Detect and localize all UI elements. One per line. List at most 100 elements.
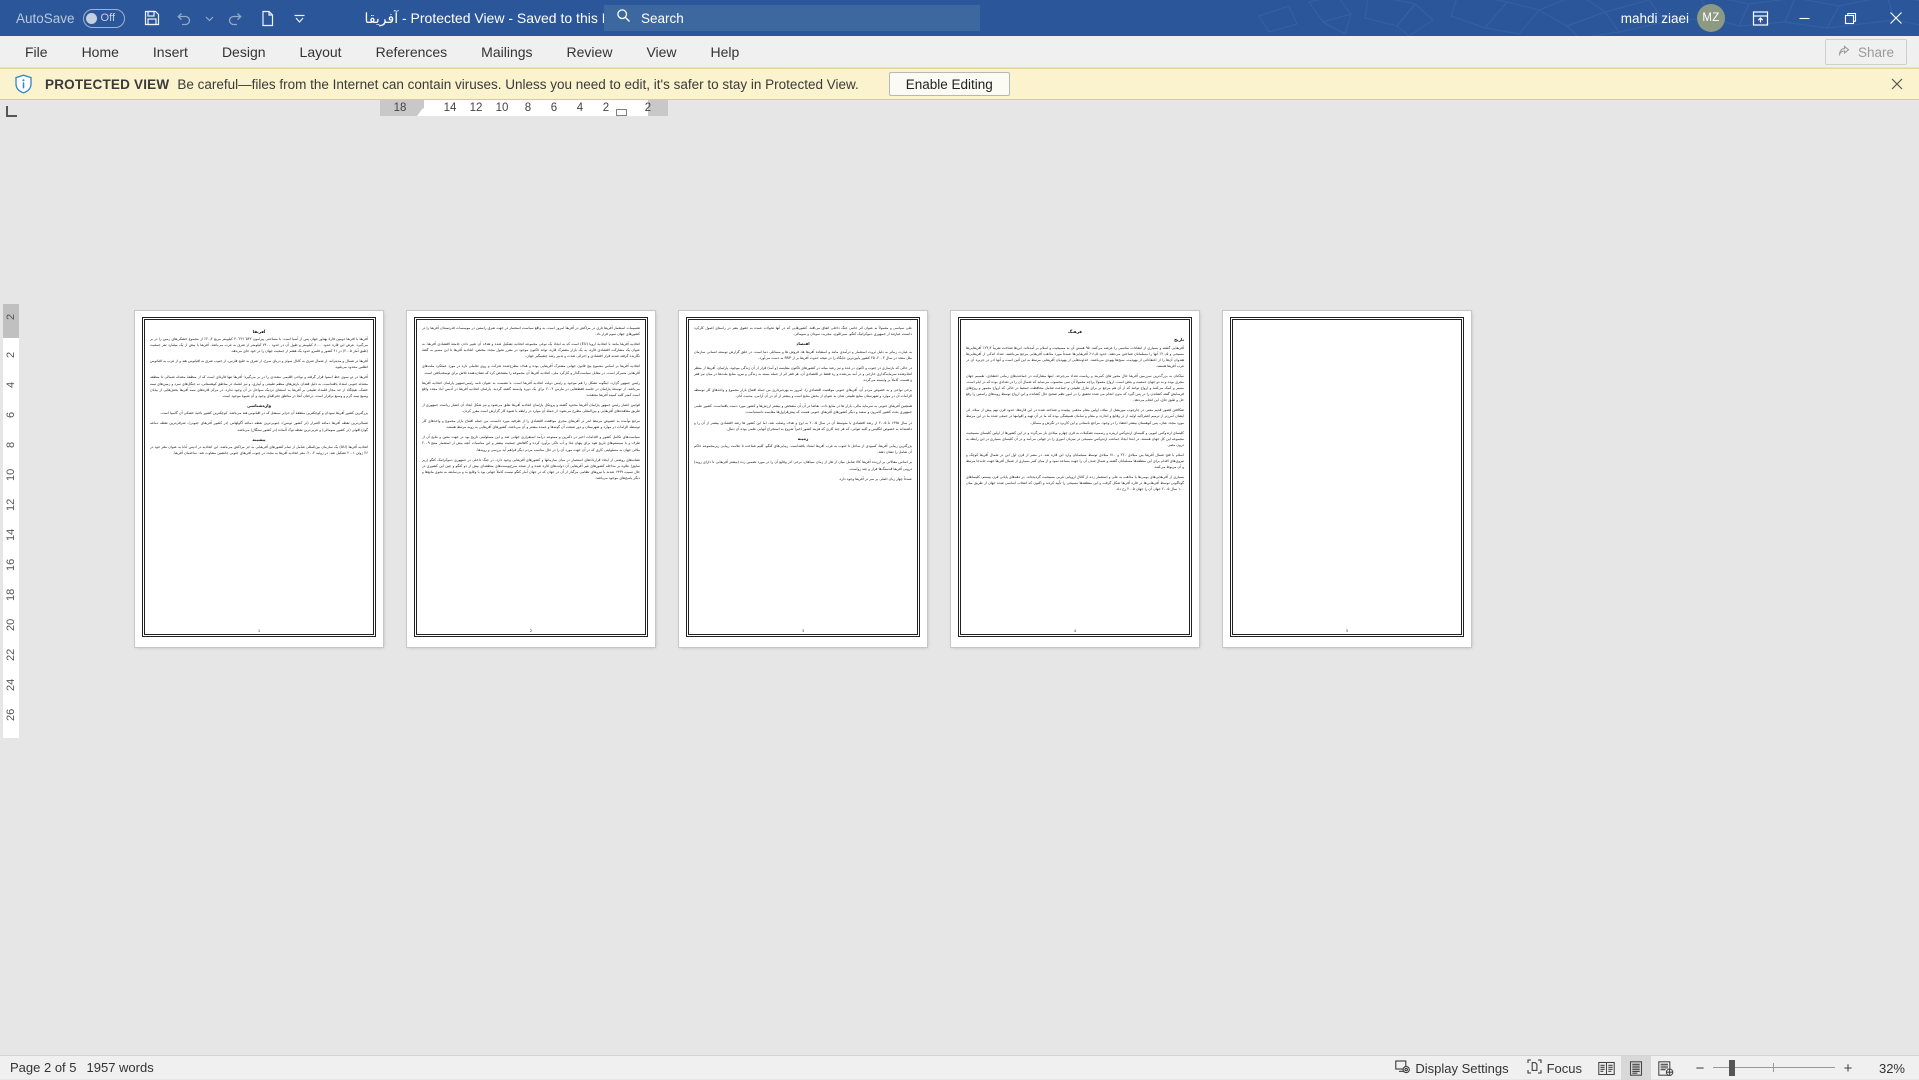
vruler-num-2b: 2 [3, 346, 19, 364]
focus-label: Focus [1547, 1061, 1582, 1076]
page-paragraph: شمالی‌ترین نقطه آفریقا دماغه الغبرار (در… [150, 420, 368, 432]
autosave-state-label: Off [101, 12, 115, 24]
zoom-control[interactable]: − + 32% [1687, 1056, 1913, 1080]
page-row: آفریقا آفریقا یا افریقا دومین قارهٔ پهنا… [135, 311, 1471, 647]
zoom-slider-handle[interactable] [1729, 1060, 1735, 1076]
tab-file[interactable]: File [8, 36, 65, 68]
page-paragraph: عمدتاً چهار زبان اصلی بر سر در آفریقا وج… [694, 476, 912, 482]
vruler-num-8: 8 [3, 436, 19, 454]
account-name[interactable]: mahdi ziaei [1621, 11, 1689, 26]
autosave-control[interactable]: AutoSave Off [16, 0, 125, 36]
document-title: آفریقا - Protected View - Saved to this … [365, 10, 622, 27]
vruler-num-4: 4 [3, 376, 19, 394]
save-icon[interactable] [137, 4, 167, 32]
tab-references[interactable]: References [359, 36, 465, 68]
horizontal-ruler[interactable]: 18 14 12 10 8 6 4 2 2 [22, 100, 1919, 122]
avatar[interactable]: MZ [1697, 4, 1725, 32]
page-paragraph: اسلام با فتح شمال آفریقا بین میلادی ۲۴۰ … [966, 452, 1184, 470]
page-paragraph: اتحادیه آفریقا (AU) یک سازمان بین‌المللی… [150, 444, 368, 456]
left-indent-marker[interactable] [616, 109, 627, 116]
page-paragraph: اتحادیه آفریقا بر اساس مجموع پنج قانون ج… [422, 363, 640, 375]
page-heading: آفریقا [150, 329, 368, 334]
page-number: 3 [679, 629, 927, 633]
page-3-content: علی سیاسی و معمولاً به عنوان اثر جانبی ج… [694, 325, 912, 621]
minus-icon[interactable]: − [1687, 1056, 1713, 1080]
ribbon-display-options-icon[interactable] [1739, 0, 1781, 36]
plus-icon[interactable]: + [1835, 1056, 1861, 1080]
hruler-num-2b: 2 [638, 100, 658, 116]
tab-help[interactable]: Help [694, 36, 757, 68]
hruler-num-10: 10 [492, 100, 512, 116]
autosave-toggle[interactable]: Off [83, 9, 125, 28]
hruler-num-4: 4 [570, 100, 590, 116]
protected-view-close-icon[interactable] [1887, 74, 1907, 94]
undo-dropdown-chevron-down-icon[interactable] [201, 4, 219, 32]
document-page-4[interactable]: فرهنگ تاریخ آفریقایی گشته و بسیاری از ان… [951, 311, 1199, 647]
document-page-2[interactable]: تقسیمات استعمار آفریقا تاری در مراکش در … [407, 311, 655, 647]
restore-icon[interactable] [1827, 0, 1873, 36]
share-button[interactable]: Share [1825, 39, 1907, 65]
display-settings-icon [1395, 1059, 1410, 1077]
document-page-3[interactable]: علی سیاسی و معمولاً به عنوان اثر جانبی ج… [679, 311, 927, 647]
tab-review[interactable]: Review [550, 36, 630, 68]
vruler-num-24: 24 [3, 676, 19, 694]
document-title-group[interactable]: آفریقا - Protected View - Saved to this … [365, 10, 633, 27]
page-indicator[interactable]: Page 2 of 5 [10, 1060, 77, 1075]
document-page-5[interactable]: 5 [1223, 311, 1471, 647]
tab-insert[interactable]: Insert [136, 36, 205, 68]
display-settings-button[interactable]: Display Settings [1386, 1056, 1517, 1080]
tab-design[interactable]: Design [205, 36, 283, 68]
vertical-ruler[interactable]: 2 2 4 6 8 10 12 14 16 18 20 22 24 26 [0, 122, 22, 858]
redo-icon[interactable] [221, 4, 251, 32]
page-paragraph: سیاست‌های تکامل کشور و اقدامات اخیر در د… [422, 434, 640, 452]
focus-button[interactable]: Focus [1518, 1056, 1591, 1080]
protected-view-bar: PROTECTED VIEW Be careful—files from the… [0, 68, 1919, 100]
share-icon [1838, 44, 1852, 61]
tab-view[interactable]: View [629, 36, 693, 68]
first-line-indent-marker[interactable] [417, 108, 429, 116]
page-1-content: آفریقا آفریقا یا افریقا دومین قارهٔ پهنا… [150, 325, 368, 621]
undo-icon[interactable] [169, 4, 199, 32]
page-paragraph: برخی نواحی و به خصوص مردم آن، آفریقای جن… [694, 387, 912, 399]
tab-mailings[interactable]: Mailings [464, 36, 549, 68]
page-heading: پیشینه [150, 437, 368, 442]
vruler-num-14: 14 [3, 526, 19, 544]
vruler-num-22: 22 [3, 646, 19, 664]
left-tab-stop-icon[interactable] [0, 100, 22, 122]
titlebar-right-group: mahdi ziaei MZ [1621, 0, 1919, 36]
tab-layout[interactable]: Layout [283, 36, 359, 68]
zoom-percent-label[interactable]: 32% [1871, 1061, 1905, 1076]
page-heading: فرهنگ [966, 329, 1184, 334]
read-mode-icon[interactable] [1591, 1056, 1621, 1080]
hruler-num-14: 14 [440, 100, 460, 116]
customize-quick-access-chevron-down-icon[interactable] [285, 4, 315, 32]
word-count[interactable]: 1957 words [87, 1060, 154, 1075]
search-input[interactable]: Search [641, 11, 684, 26]
document-page-1[interactable]: آفریقا آفریقا یا افریقا دومین قارهٔ پهنا… [135, 311, 383, 647]
web-layout-icon[interactable] [1651, 1056, 1681, 1080]
search-icon [616, 8, 631, 28]
document-canvas[interactable]: آفریقا آفریقا یا افریقا دومین قارهٔ پهنا… [22, 122, 1919, 858]
hruler-num-6: 6 [544, 100, 564, 116]
vruler-num-26: 26 [3, 706, 19, 724]
page-2-content: تقسیمات استعمار آفریقا تاری در مراکش در … [422, 325, 640, 621]
hruler-num-8: 8 [518, 100, 538, 116]
quick-access-toolbar [137, 4, 315, 32]
zoom-slider[interactable] [1713, 1056, 1835, 1080]
vruler-num-6: 6 [3, 406, 19, 424]
vruler-num-20: 20 [3, 616, 19, 634]
tab-home[interactable]: Home [65, 36, 136, 68]
page-number: 5 [1223, 629, 1471, 633]
page-paragraph: به عبارت زیباتر به دلیل ثروت استعمار و د… [694, 349, 912, 361]
new-document-icon[interactable] [253, 4, 283, 32]
close-icon[interactable] [1873, 0, 1919, 36]
minimize-icon[interactable] [1781, 0, 1827, 36]
print-layout-icon[interactable] [1621, 1056, 1651, 1080]
page-paragraph: در حالی که بازسازی در جنوب و اکنون در غد… [694, 365, 912, 383]
enable-editing-button[interactable]: Enable Editing [889, 72, 1010, 96]
search-box[interactable]: Search [604, 5, 980, 31]
page-paragraph: قوانین اعتبار رئیس جمهور پارلمان آفریقا … [422, 402, 640, 414]
page-paragraph: کلیسای ارتدوکس اتیوپی و کلیسای ارتدوکس ا… [966, 430, 1184, 448]
page-paragraph: همچنین آفریقای جنوبی به سرمایه مالی، باز… [694, 403, 912, 415]
vruler-num-16: 16 [3, 556, 19, 574]
